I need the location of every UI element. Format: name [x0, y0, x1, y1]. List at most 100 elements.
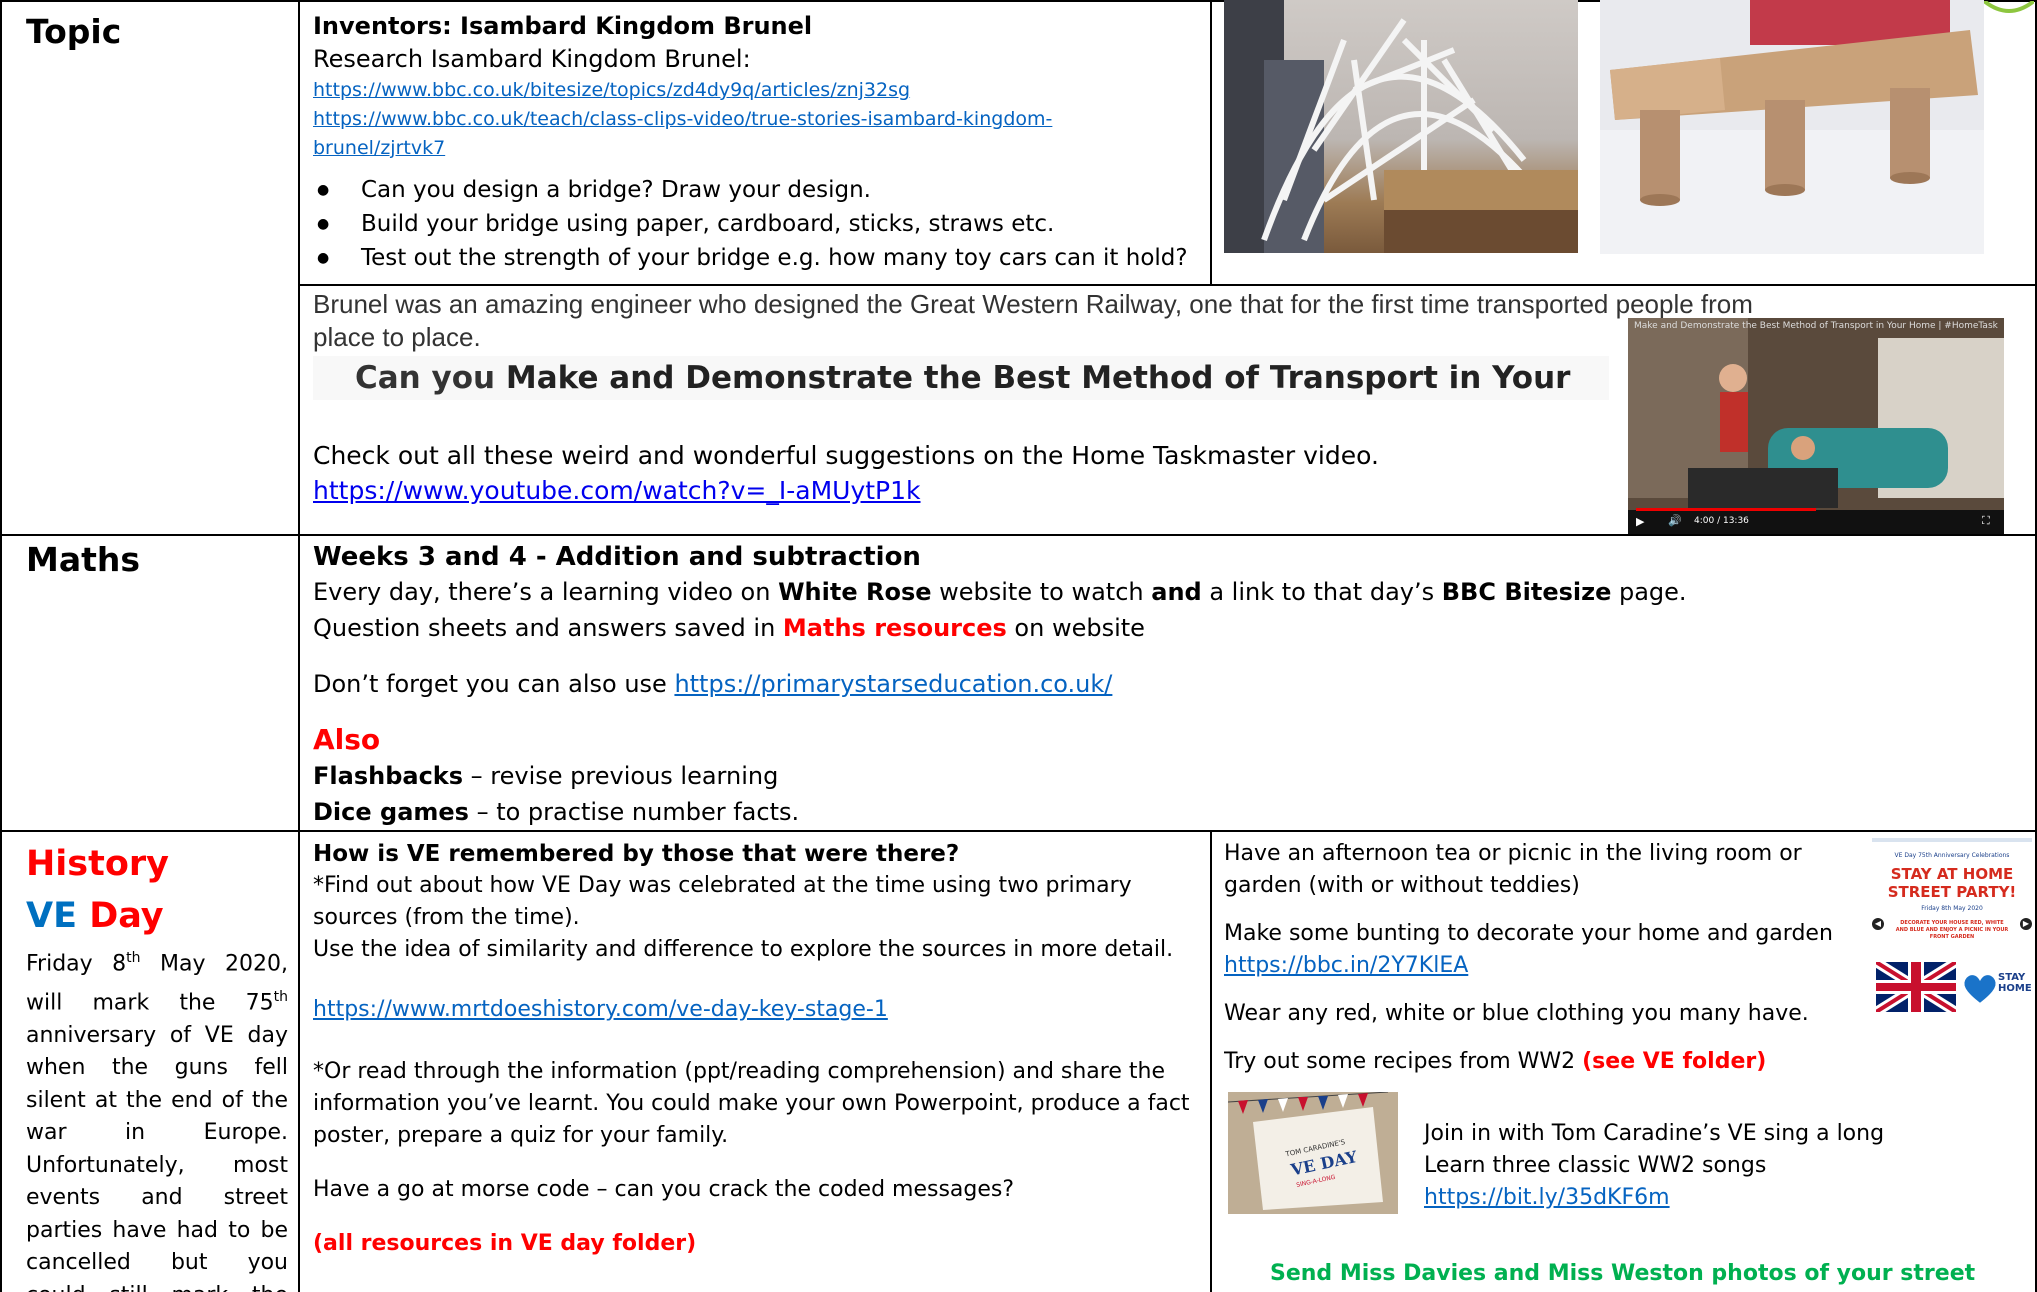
history-research-cell: How is VE remembered by those that were …	[313, 838, 1205, 1292]
maths-resources-text: Maths resources	[782, 614, 1007, 642]
cardboard-bridge-drawing	[1600, 0, 1984, 254]
straw-bridge-drawing	[1224, 0, 1578, 253]
history-q3: *Or read through the information (ppt/re…	[313, 1059, 1190, 1148]
video-frame-drawing	[1628, 318, 2004, 534]
intro-sup: th	[273, 988, 288, 1005]
video-title: Make and Demonstrate the Best Method of …	[1634, 321, 1998, 331]
maths-also-heading: Also	[313, 723, 381, 756]
poster-title-1: STAY AT HOME	[1890, 865, 2014, 883]
history-q4: Have a go at morse code – can you crack …	[313, 1177, 1015, 1202]
history-q1: *Find out about how VE Day was celebrate…	[313, 873, 1132, 930]
cardboard-bridge-photo	[1600, 0, 1984, 254]
ve-street-party-poster: VE Day 75th Anniversary Celebrations STA…	[1872, 838, 2032, 1018]
history-question-title: How is VE remembered by those that were …	[313, 841, 960, 867]
list-item: Test out the strength of your bridge e.g…	[313, 241, 1205, 275]
row-divider-history	[0, 830, 2037, 832]
row-divider-maths	[0, 534, 2037, 536]
challenge-banner: Can you Make and Demonstrate the Best Me…	[313, 356, 1609, 400]
topic-inner-divider	[1210, 0, 1212, 286]
poster-subtitle: DECORATE YOUR HOUSE RED, WHITE AND BLUE …	[1895, 920, 2009, 940]
activity-songs: Learn three classic WW2 songs	[1424, 1153, 1767, 1178]
activity-picnic: Have an afternoon tea or picnic in the l…	[1224, 841, 1802, 898]
volume-icon[interactable]: 🔊	[1668, 514, 1682, 527]
video-time: 4:00 / 13:36	[1694, 516, 1749, 526]
dice-games-text: – to practise number facts.	[468, 798, 800, 826]
bbc-teach-link[interactable]: https://www.bbc.co.uk/teach/class-clips-…	[313, 108, 1052, 159]
singalong-block: Join in with Tom Caradine’s VE sing a lo…	[1424, 1118, 2024, 1214]
recipes-text: Try out some recipes from WW2	[1224, 1049, 1583, 1074]
history-label: History	[26, 844, 169, 884]
column-divider	[298, 0, 300, 1292]
flashbacks-label: Flashbacks	[313, 762, 464, 790]
bbc-bitesize-text: BBC Bitesize	[1441, 578, 1612, 606]
primary-stars-link[interactable]: https://primarystarseducation.co.uk/	[674, 670, 1112, 698]
taskmaster-cell: Check out all these weird and wonderful …	[313, 438, 1613, 508]
flashbacks-line: Flashbacks – revise previous learning	[313, 758, 2028, 794]
history-q2: Use the idea of similarity and differenc…	[313, 937, 1174, 962]
fullscreen-icon[interactable]: ⛶	[1982, 514, 1990, 528]
history-inner-divider	[1210, 830, 1212, 1292]
maths-content-cell: Weeks 3 and 4 - Addition and subtraction…	[313, 540, 2028, 830]
challenge-title: Make and Demonstrate the Best Method of …	[505, 360, 1571, 396]
photos-request: Send Miss Davies and Miss Weston photos …	[1270, 1261, 1976, 1286]
table-border-left	[0, 0, 2, 1292]
bunting-link[interactable]: https://bbc.in/2Y7KlEA	[1224, 953, 1468, 978]
maths-line1-text: a link to that day’s	[1201, 578, 1442, 606]
maths-line1-text: website to watch	[931, 578, 1152, 606]
topic-task-cell: Inventors: Isambard Kingdom Brunel Resea…	[313, 10, 1205, 282]
songs-link[interactable]: https://bit.ly/35dKF6m	[1424, 1185, 1670, 1210]
intro-sup: th	[126, 950, 141, 966]
maths-line1-text: and	[1151, 578, 1202, 606]
maths-line1-text: Every day, there’s a learning video on	[313, 578, 779, 606]
bbc-teach-link-part1: https://www.bbc.co.uk/teach/class-clips-…	[313, 108, 1053, 130]
maths-line1: Every day, there’s a learning video on W…	[313, 574, 2028, 610]
activity-singalong: Join in with Tom Caradine’s VE sing a lo…	[1424, 1121, 1885, 1146]
maths-line2-text: Question sheets and answers saved in	[313, 614, 783, 642]
white-rose-text: White Rose	[778, 578, 932, 606]
poster-prev-icon[interactable]: ◀	[1872, 918, 1884, 930]
topic-label: Topic	[26, 12, 122, 51]
logo-arc-icon	[1984, 0, 2034, 13]
singalong-card-drawing: TOM CARADINE'S VE DAY SING-A-LONG	[1228, 1092, 1398, 1214]
poster-top-text: VE Day 75th Anniversary Celebrations	[1894, 852, 2010, 859]
ve-singalong-card: TOM CARADINE'S VE DAY SING-A-LONG	[1228, 1092, 1398, 1214]
dice-games-label: Dice games	[313, 798, 469, 826]
maths-line2-text: on website	[1006, 614, 1145, 642]
maths-line2: Question sheets and answers saved in Mat…	[313, 610, 2028, 646]
heart-icon	[1962, 973, 1998, 1006]
poster-stay-text: STAY HOME	[1998, 972, 2032, 994]
topic-research: Research Isambard Kingdom Brunel:	[313, 45, 751, 73]
mrt-history-link[interactable]: https://www.mrtdoeshistory.com/ve-day-ke…	[313, 997, 888, 1022]
ve-day-intro: Friday 8th May 2020, will mark the 75th …	[26, 942, 288, 1292]
topic-label-cell: Topic	[26, 12, 286, 51]
poster-title-2: STREET PARTY!	[1887, 883, 2017, 901]
maths-label: Maths	[26, 540, 141, 579]
youtube-link[interactable]: https://www.youtube.com/watch?v=_I-aMUyt…	[313, 476, 921, 505]
topic-title: Inventors: Isambard Kingdom Brunel	[313, 12, 813, 40]
maths-label-cell: Maths	[26, 540, 286, 579]
topic-row-divider	[298, 284, 2037, 286]
poster-stay-line2: HOME	[1998, 983, 2032, 994]
day-word: Day	[89, 896, 164, 936]
school-logo-corner	[1984, 0, 2034, 14]
taskmaster-video-player[interactable]: Make and Demonstrate the Best Method of …	[1628, 318, 2004, 534]
bitesize-link[interactable]: https://www.bbc.co.uk/bitesize/topics/zd…	[313, 79, 910, 101]
straw-bridge-photo	[1224, 0, 1578, 253]
dice-games-line: Dice games – to practise number facts.	[313, 794, 2028, 830]
play-icon[interactable]: ▶	[1636, 515, 1644, 528]
ve-day-heading: VE Day	[26, 890, 288, 942]
poster-date: Friday 8th May 2020	[1921, 905, 1983, 912]
maths-title: Weeks 3 and 4 - Addition and subtraction	[313, 542, 921, 572]
maths-line3: Don’t forget you can also use https://pr…	[313, 666, 2028, 702]
poster-next-icon[interactable]: ▶	[2020, 918, 2032, 930]
bbc-teach-link-part2: brunel/zjrtvk7	[313, 137, 446, 159]
bridge-task-list: Can you design a bridge? Draw your desig…	[313, 173, 1205, 275]
list-item: Can you design a bridge? Draw your desig…	[313, 173, 1205, 207]
intro-text: anniversary of VE day when the guns fell…	[26, 1022, 288, 1292]
maths-line1-text: page.	[1611, 578, 1687, 606]
poster-stay-line1: STAY	[1998, 972, 2026, 983]
history-resources-note: (all resources in VE day folder)	[313, 1231, 697, 1256]
activity-recipes: Try out some recipes from WW2 (see VE fo…	[1224, 1046, 2034, 1078]
history-label-cell: History VE Day Friday 8th May 2020, will…	[26, 838, 288, 1292]
list-item: Build your bridge using paper, cardboard…	[313, 207, 1205, 241]
